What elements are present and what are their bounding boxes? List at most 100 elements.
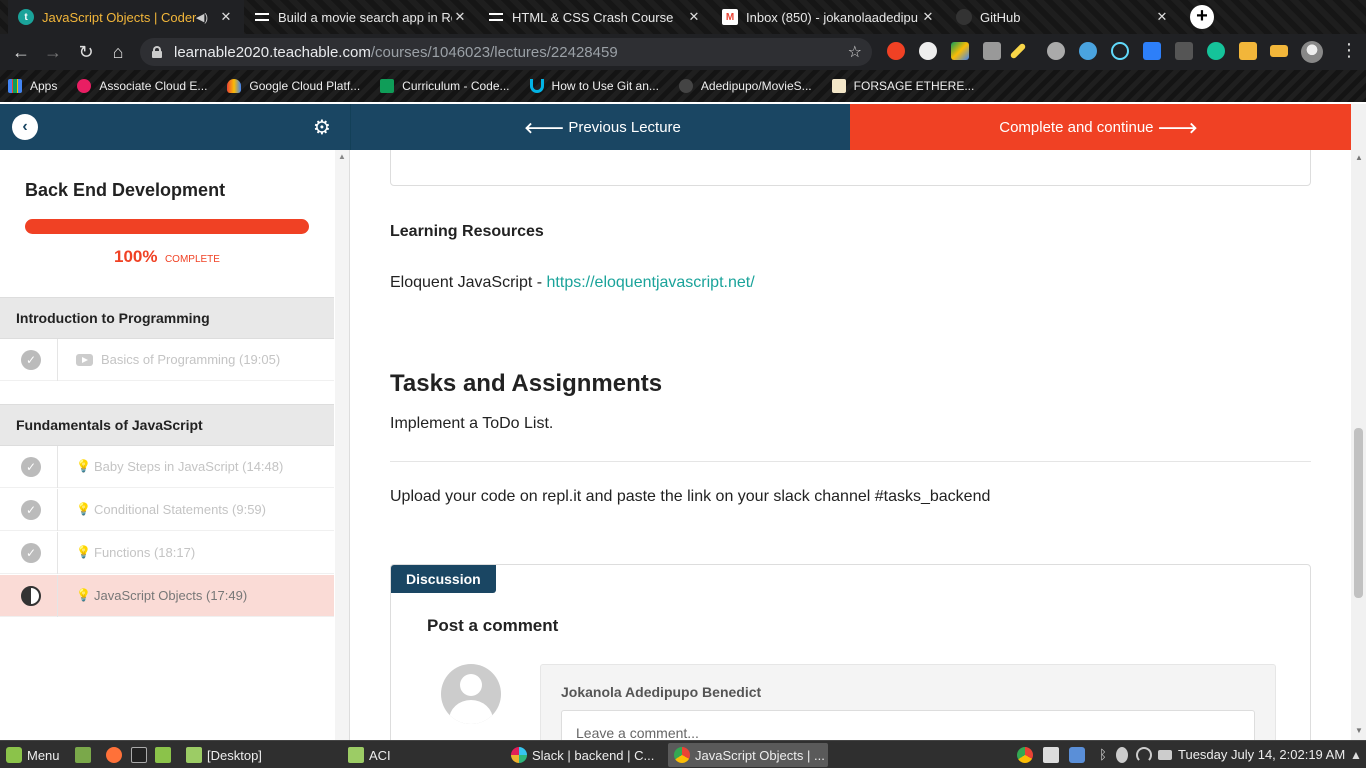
comment-input[interactable]: Leave a comment... <box>561 710 1255 740</box>
clock[interactable]: Tuesday July 14, 2:02:19 AM <box>1178 741 1345 768</box>
comment-form: Jokanola Adedipupo Benedict Leave a comm… <box>540 664 1276 740</box>
bookmark-star-icon[interactable]: ☆ <box>848 42 862 62</box>
firefox-launcher[interactable] <box>106 741 127 768</box>
url-text: learnable2020.teachable.com/courses/1046… <box>174 43 618 61</box>
teachable-favicon-icon: t <box>18 9 34 25</box>
lecture-item[interactable]: ✓ 💡 Conditional Statements (9:59) <box>0 489 334 531</box>
section-introduction-to-programming: Introduction to Programming <box>0 297 334 339</box>
volume-icon[interactable]: ▲ <box>1350 747 1366 763</box>
forsage-icon <box>831 79 846 93</box>
scrollbar-thumb[interactable] <box>1354 428 1363 598</box>
progress-percent: 100% <box>114 247 158 266</box>
close-icon[interactable]: ✕ <box>686 9 702 25</box>
extension-icon[interactable] <box>887 42 905 60</box>
back-chevron-icon[interactable]: ‹ <box>12 114 38 140</box>
scroll-up-arrow-icon[interactable]: ▲ <box>338 152 346 161</box>
battery-icon[interactable] <box>1158 750 1172 760</box>
gear-icon[interactable]: ⚙ <box>313 115 331 140</box>
lecture-item[interactable]: ✓ 💡 Functions (18:17) <box>0 532 334 574</box>
close-icon[interactable]: ✕ <box>452 9 468 25</box>
lecture-title: Baby Steps in JavaScript (14:48) <box>94 459 284 474</box>
checkbox-extension-icon[interactable] <box>1143 42 1161 60</box>
course-header: ‹ ⚙ 🡐 Previous Lecture Complete and cont… <box>0 104 1366 150</box>
files-launcher[interactable] <box>155 741 176 768</box>
terminal-launcher[interactable] <box>131 741 152 768</box>
folder-icon <box>155 747 171 763</box>
tab-javascript-objects[interactable]: t JavaScript Objects | Coder ◀) ✕ <box>8 0 244 34</box>
user-icon[interactable] <box>1116 747 1128 763</box>
sidebar-scrollbar[interactable]: ▲ <box>335 150 349 740</box>
close-icon[interactable]: ✕ <box>1154 9 1170 25</box>
resource-text: Eloquent JavaScript - <box>390 274 547 291</box>
complete-and-continue-button[interactable]: Complete and continue 🡒 <box>850 104 1351 150</box>
previous-lecture-label: Previous Lecture <box>568 118 681 136</box>
page-scrollbar[interactable]: ▲ ▼ <box>1351 150 1366 740</box>
lecture-item-current[interactable]: 💡 JavaScript Objects (17:49) <box>0 575 334 617</box>
search-extension-icon[interactable] <box>1079 42 1097 60</box>
bookmark-associate-cloud[interactable]: Associate Cloud E... <box>77 79 207 93</box>
tab-movie-search[interactable]: Build a movie search app in Re ✕ <box>244 0 478 34</box>
tab-github[interactable]: GitHub ✕ <box>946 0 1180 34</box>
lock-icon <box>152 46 162 58</box>
tab-title: GitHub <box>980 9 1021 25</box>
lecture-item[interactable]: ✓ Basics of Programming (19:05) <box>0 339 334 381</box>
github-icon <box>678 79 693 93</box>
taskbar-window-slack[interactable]: Slack | backend | C... <box>505 743 665 767</box>
lightbulb-icon: 💡 <box>76 502 91 516</box>
lecture-item[interactable]: ✓ 💡 Baby Steps in JavaScript (14:48) <box>0 446 334 488</box>
tab-html-css-crash-course[interactable]: HTML & CSS Crash Course ✕ <box>478 0 712 34</box>
slack-tray-icon[interactable] <box>1043 747 1059 763</box>
tab-title: JavaScript Objects | Coder <box>42 9 196 25</box>
mint-logo-icon <box>6 747 22 763</box>
start-menu-button[interactable]: Menu <box>6 741 60 768</box>
react-devtools-icon[interactable] <box>1111 42 1129 60</box>
slack-icon <box>511 747 527 763</box>
chat-extension-icon[interactable] <box>919 42 937 60</box>
bluetooth-icon[interactable]: ᛒ <box>1095 747 1111 763</box>
previous-lecture-button[interactable]: 🡐 Previous Lecture <box>350 104 850 150</box>
lecture-title: Basics of Programming (19:05) <box>101 352 281 367</box>
bookmark-git[interactable]: How to Use Git an... <box>529 79 659 93</box>
puzzle-extensions-icon[interactable] <box>1239 42 1257 60</box>
lecture-title: Functions (18:17) <box>94 545 196 560</box>
bookmark-google-cloud[interactable]: Google Cloud Platf... <box>227 79 360 93</box>
address-bar[interactable]: learnable2020.teachable.com/courses/1046… <box>140 38 872 66</box>
eloquent-javascript-link[interactable]: https://eloquentjavascript.net/ <box>547 274 755 291</box>
wifi-icon[interactable] <box>1136 747 1152 763</box>
scroll-up-arrow-icon[interactable]: ▲ <box>1355 153 1363 162</box>
profile-avatar[interactable] <box>1301 41 1323 63</box>
scroll-down-arrow-icon[interactable]: ▼ <box>1355 726 1363 735</box>
new-tab-button[interactable]: + <box>1190 5 1214 29</box>
tab-title: Inbox (850) - jokanolaadedipu <box>746 9 919 25</box>
kebab-menu-icon[interactable]: ⋮ <box>1340 40 1358 61</box>
bookmark-apps[interactable]: Apps <box>8 79 57 93</box>
google-drive-icon[interactable] <box>951 42 969 60</box>
bookmark-curriculum[interactable]: Curriculum - Code... <box>380 79 510 93</box>
bookmark-label: Apps <box>30 79 58 93</box>
divider <box>57 446 58 488</box>
chrome-tray-icon[interactable] <box>1017 747 1033 763</box>
browser-tab-strip: t JavaScript Objects | Coder ◀) ✕ Build … <box>0 0 1366 34</box>
home-icon[interactable]: ⌂ <box>107 41 129 63</box>
show-desktop-button[interactable] <box>75 741 96 768</box>
taskbar-window-desktop[interactable]: [Desktop] <box>180 743 340 767</box>
taskbar-window-chrome[interactable]: JavaScript Objects | ... <box>668 743 828 767</box>
qr-code-icon[interactable] <box>983 42 1001 60</box>
grammarly-icon[interactable] <box>1207 42 1225 60</box>
bookmark-forsage[interactable]: FORSAGE ETHERE... <box>831 79 974 93</box>
tab-gmail-inbox[interactable]: M Inbox (850) - jokanolaadedipu ✕ <box>712 0 946 34</box>
reload-icon[interactable]: ↻ <box>75 41 97 63</box>
close-icon[interactable]: ✕ <box>920 9 936 25</box>
close-icon[interactable]: ✕ <box>218 9 234 25</box>
forward-arrow-icon[interactable]: → <box>42 41 64 63</box>
m-extension-icon[interactable] <box>1175 42 1193 60</box>
speaker-icon[interactable]: ◀) <box>196 11 208 24</box>
back-arrow-icon[interactable]: ← <box>10 41 32 63</box>
reading-list-icon[interactable] <box>1270 45 1288 57</box>
bookmark-movie-search[interactable]: Adedipupo/MovieS... <box>678 79 812 93</box>
mascot-extension-icon[interactable] <box>1047 42 1065 60</box>
discussion-tag: Discussion <box>391 565 496 593</box>
taskbar-window-aci[interactable]: ACI <box>342 743 502 767</box>
shield-icon[interactable] <box>1069 747 1085 763</box>
course-favicon-icon <box>488 9 504 25</box>
